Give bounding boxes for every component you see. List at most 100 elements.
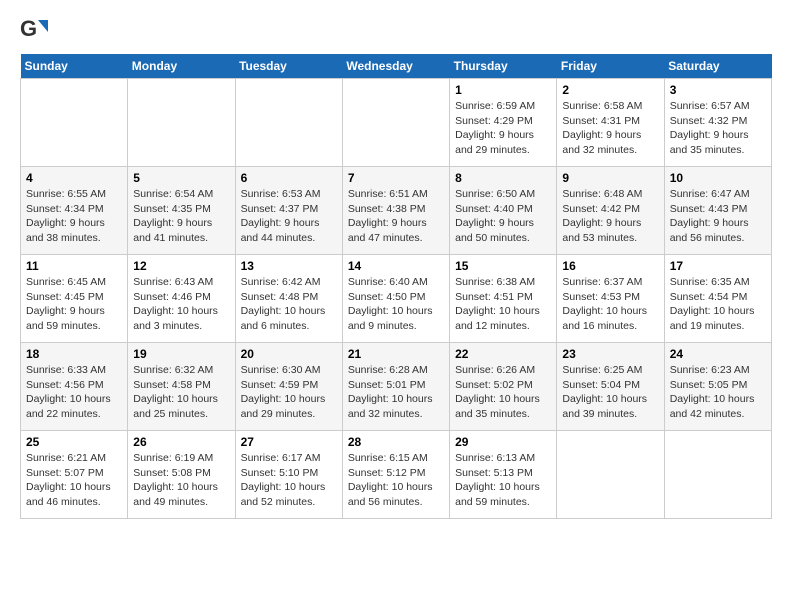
day-info: Sunrise: 6:47 AM Sunset: 4:43 PM Dayligh… (670, 187, 766, 246)
day-info: Sunrise: 6:32 AM Sunset: 4:58 PM Dayligh… (133, 363, 229, 422)
day-info: Sunrise: 6:55 AM Sunset: 4:34 PM Dayligh… (26, 187, 122, 246)
day-info: Sunrise: 6:30 AM Sunset: 4:59 PM Dayligh… (241, 363, 337, 422)
day-info: Sunrise: 6:48 AM Sunset: 4:42 PM Dayligh… (562, 187, 658, 246)
calendar-day-cell: 28 Sunrise: 6:15 AM Sunset: 5:12 PM Dayli… (342, 431, 449, 519)
calendar-day-cell: 1 Sunrise: 6:59 AM Sunset: 4:29 PM Daylig… (450, 79, 557, 167)
calendar-day-cell: 2 Sunrise: 6:58 AM Sunset: 4:31 PM Daylig… (557, 79, 664, 167)
day-number: 3 (670, 83, 766, 97)
calendar-week-row: 25 Sunrise: 6:21 AM Sunset: 5:07 PM Dayli… (21, 431, 772, 519)
calendar-week-row: 18 Sunrise: 6:33 AM Sunset: 4:56 PM Dayli… (21, 343, 772, 431)
day-number: 16 (562, 259, 658, 273)
calendar-day-cell (235, 79, 342, 167)
day-number: 21 (348, 347, 444, 361)
day-info: Sunrise: 6:19 AM Sunset: 5:08 PM Dayligh… (133, 451, 229, 510)
day-number: 4 (26, 171, 122, 185)
calendar-day-cell: 19 Sunrise: 6:32 AM Sunset: 4:58 PM Dayli… (128, 343, 235, 431)
day-number: 27 (241, 435, 337, 449)
day-info: Sunrise: 6:50 AM Sunset: 4:40 PM Dayligh… (455, 187, 551, 246)
calendar-day-cell: 22 Sunrise: 6:26 AM Sunset: 5:02 PM Dayli… (450, 343, 557, 431)
day-of-week-header: Saturday (664, 54, 771, 79)
day-of-week-header: Monday (128, 54, 235, 79)
day-number: 26 (133, 435, 229, 449)
calendar-day-cell: 15 Sunrise: 6:38 AM Sunset: 4:51 PM Dayli… (450, 255, 557, 343)
day-number: 7 (348, 171, 444, 185)
day-number: 9 (562, 171, 658, 185)
day-info: Sunrise: 6:54 AM Sunset: 4:35 PM Dayligh… (133, 187, 229, 246)
calendar-day-cell: 24 Sunrise: 6:23 AM Sunset: 5:05 PM Dayli… (664, 343, 771, 431)
calendar-day-cell: 7 Sunrise: 6:51 AM Sunset: 4:38 PM Daylig… (342, 167, 449, 255)
day-number: 18 (26, 347, 122, 361)
calendar-day-cell: 4 Sunrise: 6:55 AM Sunset: 4:34 PM Daylig… (21, 167, 128, 255)
day-number: 24 (670, 347, 766, 361)
calendar-day-cell: 3 Sunrise: 6:57 AM Sunset: 4:32 PM Daylig… (664, 79, 771, 167)
calendar-day-cell: 9 Sunrise: 6:48 AM Sunset: 4:42 PM Daylig… (557, 167, 664, 255)
day-number: 14 (348, 259, 444, 273)
day-number: 15 (455, 259, 551, 273)
day-number: 25 (26, 435, 122, 449)
day-number: 6 (241, 171, 337, 185)
day-number: 28 (348, 435, 444, 449)
day-info: Sunrise: 6:38 AM Sunset: 4:51 PM Dayligh… (455, 275, 551, 334)
calendar-day-cell: 12 Sunrise: 6:43 AM Sunset: 4:46 PM Dayli… (128, 255, 235, 343)
day-info: Sunrise: 6:26 AM Sunset: 5:02 PM Dayligh… (455, 363, 551, 422)
calendar-day-cell: 8 Sunrise: 6:50 AM Sunset: 4:40 PM Daylig… (450, 167, 557, 255)
day-info: Sunrise: 6:15 AM Sunset: 5:12 PM Dayligh… (348, 451, 444, 510)
day-of-week-header: Wednesday (342, 54, 449, 79)
calendar-day-cell (21, 79, 128, 167)
calendar-day-cell (342, 79, 449, 167)
calendar-day-cell: 20 Sunrise: 6:30 AM Sunset: 4:59 PM Dayli… (235, 343, 342, 431)
calendar-week-row: 11 Sunrise: 6:45 AM Sunset: 4:45 PM Dayli… (21, 255, 772, 343)
calendar-day-cell: 13 Sunrise: 6:42 AM Sunset: 4:48 PM Dayli… (235, 255, 342, 343)
calendar-day-cell: 14 Sunrise: 6:40 AM Sunset: 4:50 PM Dayli… (342, 255, 449, 343)
calendar-day-cell: 25 Sunrise: 6:21 AM Sunset: 5:07 PM Dayli… (21, 431, 128, 519)
day-number: 17 (670, 259, 766, 273)
day-info: Sunrise: 6:51 AM Sunset: 4:38 PM Dayligh… (348, 187, 444, 246)
day-info: Sunrise: 6:25 AM Sunset: 5:04 PM Dayligh… (562, 363, 658, 422)
day-info: Sunrise: 6:17 AM Sunset: 5:10 PM Dayligh… (241, 451, 337, 510)
calendar-day-cell: 23Sunrise: 6:25 AM Sunset: 5:04 PM Dayli… (557, 343, 664, 431)
logo-icon: G (20, 16, 48, 44)
day-number: 1 (455, 83, 551, 97)
calendar-day-cell: 11 Sunrise: 6:45 AM Sunset: 4:45 PM Dayli… (21, 255, 128, 343)
day-of-week-header: Friday (557, 54, 664, 79)
day-info: Sunrise: 6:37 AM Sunset: 4:53 PM Dayligh… (562, 275, 658, 334)
day-number: 5 (133, 171, 229, 185)
day-number: 29 (455, 435, 551, 449)
calendar-day-cell: 21 Sunrise: 6:28 AM Sunset: 5:01 PM Dayli… (342, 343, 449, 431)
day-info: Sunrise: 6:33 AM Sunset: 4:56 PM Dayligh… (26, 363, 122, 422)
day-info: Sunrise: 6:58 AM Sunset: 4:31 PM Dayligh… (562, 99, 658, 158)
day-number: 19 (133, 347, 229, 361)
day-info: Sunrise: 6:42 AM Sunset: 4:48 PM Dayligh… (241, 275, 337, 334)
day-number: 13 (241, 259, 337, 273)
day-number: 20 (241, 347, 337, 361)
day-info: Sunrise: 6:40 AM Sunset: 4:50 PM Dayligh… (348, 275, 444, 334)
calendar-day-cell: 27 Sunrise: 6:17 AM Sunset: 5:10 PM Dayli… (235, 431, 342, 519)
day-number: 22 (455, 347, 551, 361)
calendar-week-row: 1 Sunrise: 6:59 AM Sunset: 4:29 PM Daylig… (21, 79, 772, 167)
day-of-week-header: Sunday (21, 54, 128, 79)
calendar-header-row: SundayMondayTuesdayWednesdayThursdayFrid… (21, 54, 772, 79)
day-info: Sunrise: 6:21 AM Sunset: 5:07 PM Dayligh… (26, 451, 122, 510)
day-info: Sunrise: 6:43 AM Sunset: 4:46 PM Dayligh… (133, 275, 229, 334)
day-number: 8 (455, 171, 551, 185)
day-info: Sunrise: 6:28 AM Sunset: 5:01 PM Dayligh… (348, 363, 444, 422)
day-of-week-header: Tuesday (235, 54, 342, 79)
day-info: Sunrise: 6:59 AM Sunset: 4:29 PM Dayligh… (455, 99, 551, 158)
calendar-day-cell: 17Sunrise: 6:35 AM Sunset: 4:54 PM Dayli… (664, 255, 771, 343)
day-number: 11 (26, 259, 122, 273)
calendar-day-cell (128, 79, 235, 167)
calendar-day-cell: 16 Sunrise: 6:37 AM Sunset: 4:53 PM Dayli… (557, 255, 664, 343)
calendar-day-cell: 6Sunrise: 6:53 AM Sunset: 4:37 PM Daylig… (235, 167, 342, 255)
calendar-day-cell (557, 431, 664, 519)
calendar-week-row: 4 Sunrise: 6:55 AM Sunset: 4:34 PM Daylig… (21, 167, 772, 255)
day-of-week-header: Thursday (450, 54, 557, 79)
day-number: 2 (562, 83, 658, 97)
day-info: Sunrise: 6:23 AM Sunset: 5:05 PM Dayligh… (670, 363, 766, 422)
day-info: Sunrise: 6:45 AM Sunset: 4:45 PM Dayligh… (26, 275, 122, 334)
day-number: 12 (133, 259, 229, 273)
calendar-day-cell: 10 Sunrise: 6:47 AM Sunset: 4:43 PM Dayli… (664, 167, 771, 255)
day-info: Sunrise: 6:57 AM Sunset: 4:32 PM Dayligh… (670, 99, 766, 158)
calendar-day-cell: 18 Sunrise: 6:33 AM Sunset: 4:56 PM Dayli… (21, 343, 128, 431)
calendar-table: SundayMondayTuesdayWednesdayThursdayFrid… (20, 54, 772, 519)
day-number: 10 (670, 171, 766, 185)
